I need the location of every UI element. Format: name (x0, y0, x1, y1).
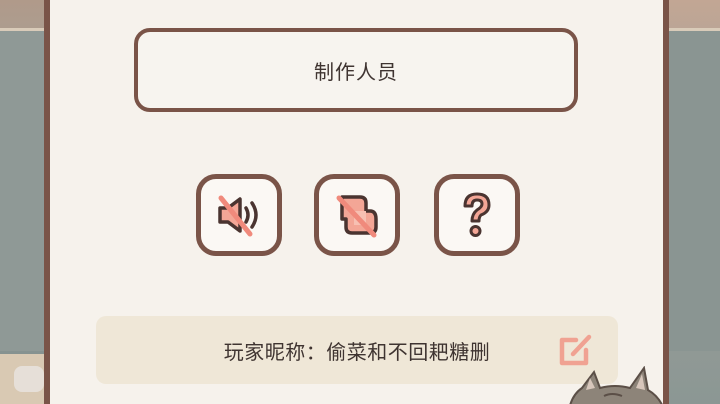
cat-illustration (569, 366, 663, 404)
help-button[interactable] (434, 174, 520, 256)
edit-pencil-icon (559, 334, 592, 366)
speaker-muted-icon (218, 195, 258, 237)
background-corner-icon (14, 366, 44, 392)
credits-button-label: 制作人员 (314, 59, 398, 84)
nickname-label: 玩家昵称： (223, 339, 327, 364)
music-note-muted-icon (336, 195, 378, 238)
background-window-right (662, 28, 720, 351)
background-right-wall (662, 0, 720, 404)
background-left-wall (0, 0, 45, 404)
nickname-bar: 玩家昵称： 偷菜和不回耙糖删 (96, 316, 618, 384)
edit-nickname-button[interactable] (554, 328, 598, 370)
music-toggle-button[interactable] (314, 174, 400, 256)
game-screen: 制作人员 玩家昵称： 偷菜和不回耙糖删 (0, 0, 720, 404)
nickname-value: 偷菜和不回耙糖删 (326, 339, 491, 364)
sound-toggle-button[interactable] (196, 174, 282, 256)
background-window-left (0, 28, 45, 351)
credits-button[interactable]: 制作人员 (134, 28, 578, 112)
question-mark-icon (463, 192, 491, 237)
